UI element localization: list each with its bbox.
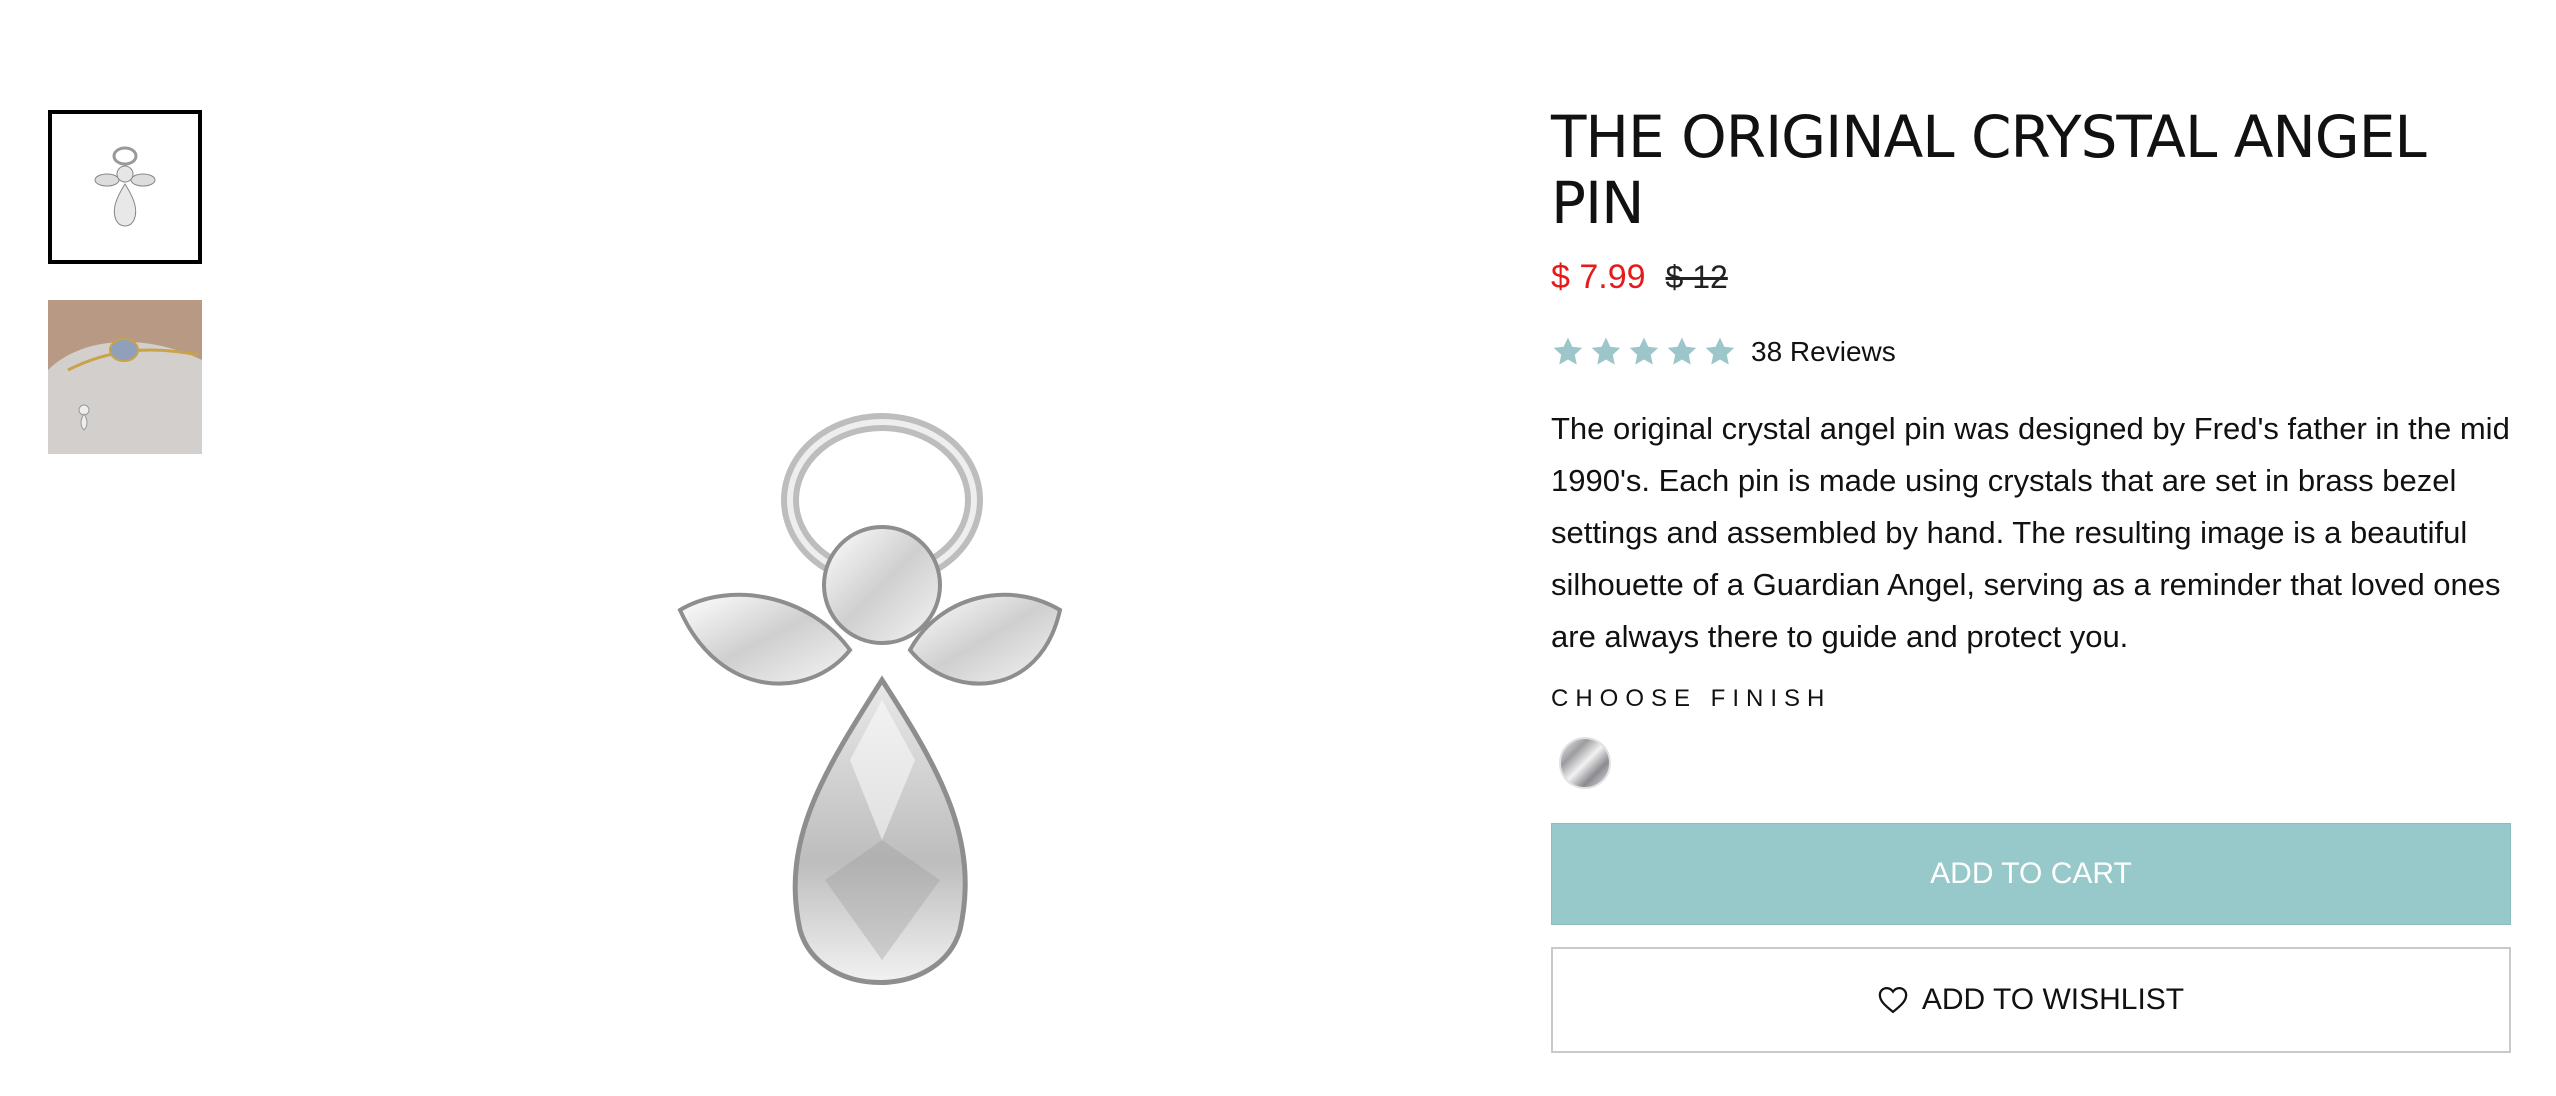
product-info: THE ORIGINAL CRYSTAL ANGEL PIN $ 7.99 $ … — [1551, 104, 2511, 1053]
main-product-image[interactable] — [620, 380, 1180, 1060]
angel-pin-image — [677, 413, 1063, 985]
add-to-wishlist-label: ADD TO WISHLIST — [1921, 983, 2185, 1016]
finish-swatch-silver[interactable] — [1559, 737, 1611, 789]
angel-pin-thumbnail-image — [94, 146, 156, 227]
product-description: The original crystal angel pin was desig… — [1551, 411, 2510, 654]
product-title: THE ORIGINAL CRYSTAL ANGEL PIN — [1551, 103, 2427, 237]
thumbnail-bracelet-photo[interactable] — [48, 300, 202, 454]
star-icon — [1591, 337, 1621, 365]
sale-price: $ 7.99 — [1551, 258, 1646, 296]
star-icon — [1667, 337, 1697, 365]
reviews-link[interactable]: 38 Reviews — [1751, 336, 1896, 368]
add-to-cart-button[interactable]: ADD TO CART — [1551, 823, 2511, 925]
thumbnail-angel-pin[interactable] — [48, 110, 202, 264]
bracelet-photo-thumbnail-image — [48, 300, 202, 454]
star-icon — [1705, 337, 1735, 365]
star-icon — [1553, 337, 1583, 365]
rating-row[interactable]: 38 Reviews — [1551, 335, 2511, 369]
add-to-wishlist-button[interactable]: ADD TO WISHLIST — [1551, 947, 2511, 1053]
choose-finish-label: CHOOSE FINISH — [1551, 685, 1832, 712]
star-icon — [1629, 337, 1659, 365]
price-row: $ 7.99 $ 12 — [1551, 258, 2511, 297]
original-price: $ 12 — [1665, 259, 1728, 295]
heart-icon — [1878, 986, 1908, 1014]
thumbnail-gallery — [48, 110, 202, 490]
